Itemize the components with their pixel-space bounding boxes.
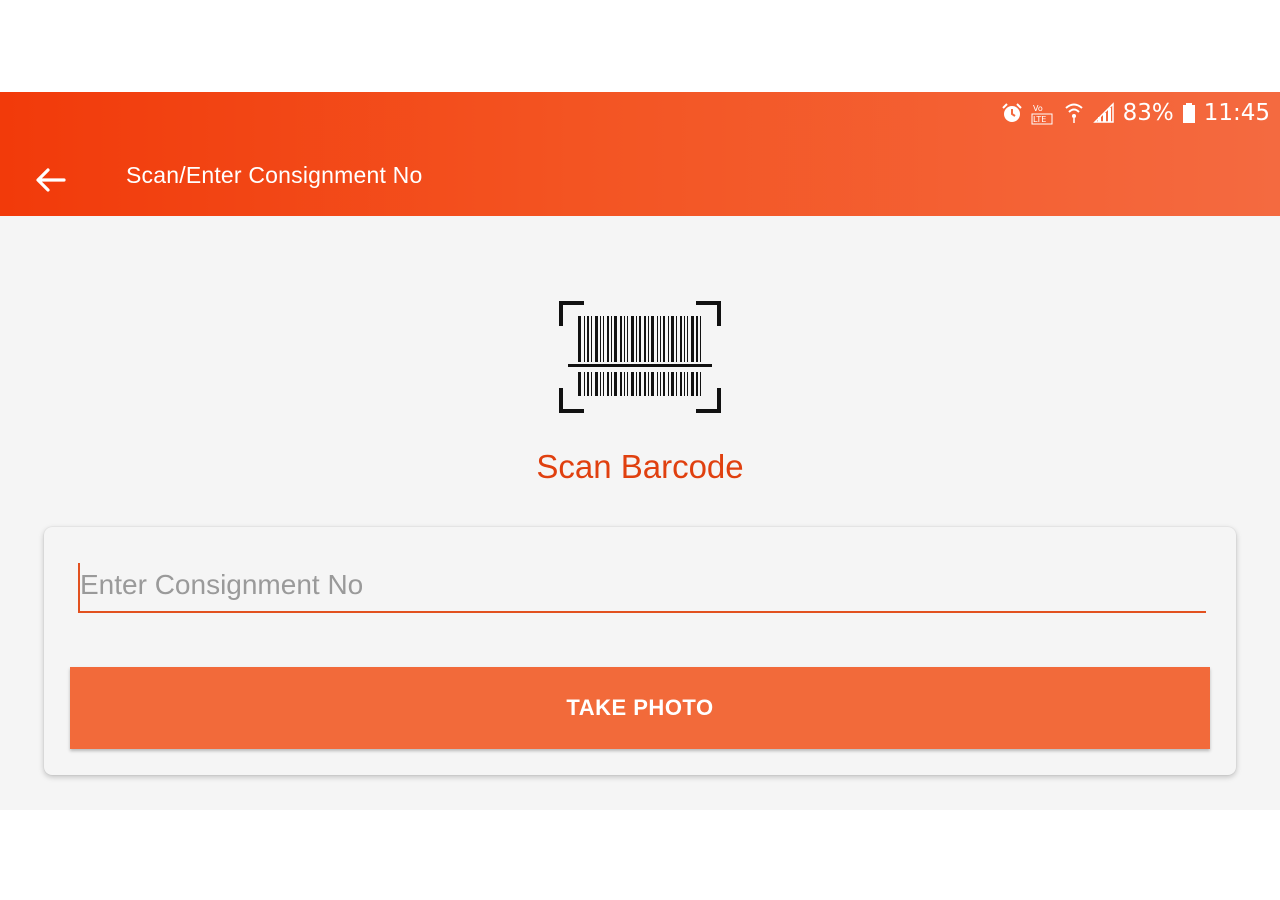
barcode-scan-icon[interactable]	[558, 300, 722, 414]
signal-icon	[1092, 102, 1115, 124]
back-button[interactable]	[28, 158, 72, 202]
consignment-card: TAKE PHOTO	[44, 527, 1236, 775]
volte-icon: Vo LTE	[1031, 101, 1055, 125]
app-bar: Vo LTE 83% 11:45 Scan/Enter Consignment …	[0, 92, 1280, 216]
clock: 11:45	[1203, 100, 1270, 126]
alarm-icon	[1001, 102, 1023, 124]
status-bar: Vo LTE 83% 11:45	[1001, 98, 1270, 128]
battery-icon	[1182, 102, 1196, 124]
scan-barcode-label[interactable]: Scan Barcode	[0, 448, 1280, 486]
svg-text:LTE: LTE	[1033, 115, 1046, 124]
page-title: Scan/Enter Consignment No	[126, 162, 423, 188]
battery-percent: 83%	[1122, 100, 1174, 126]
wifi-icon	[1063, 102, 1085, 124]
svg-text:Vo: Vo	[1033, 104, 1043, 113]
arrow-back-icon	[36, 168, 66, 192]
app-screen: Vo LTE 83% 11:45 Scan/Enter Consignment …	[0, 92, 1280, 810]
consignment-number-input[interactable]	[78, 563, 1206, 613]
take-photo-button[interactable]: TAKE PHOTO	[70, 667, 1210, 749]
